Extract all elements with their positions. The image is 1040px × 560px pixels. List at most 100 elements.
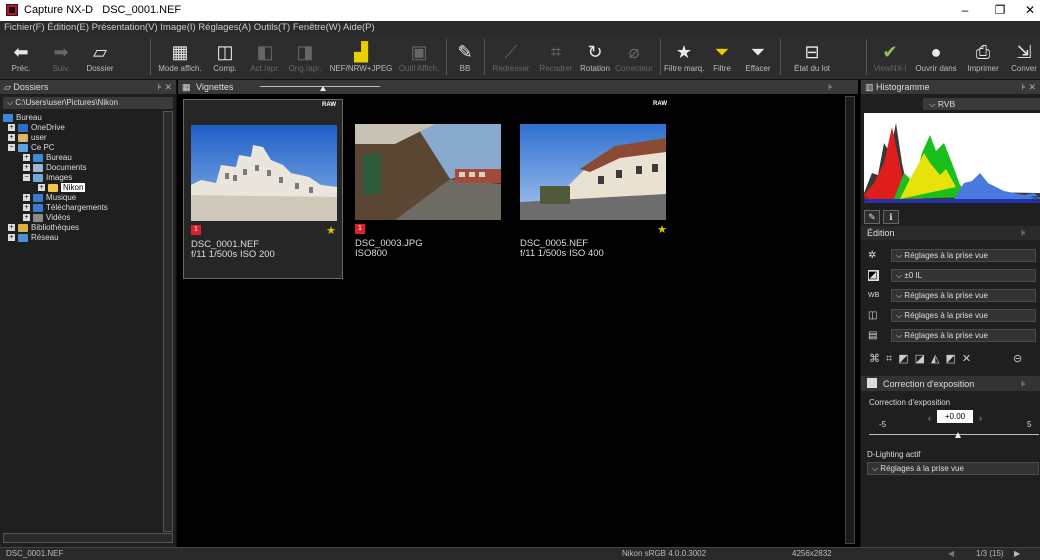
thumbnail-image [520, 124, 666, 220]
toolbar-divider [446, 39, 447, 75]
star-icon[interactable]: ★ [326, 224, 336, 237]
edit-tab[interactable]: ✎ [864, 210, 880, 224]
panel-menu-icon[interactable]: ⊧ [828, 82, 833, 93]
open-in-button[interactable]: ● Ouvrir dans [912, 35, 960, 80]
nef-jpeg-button[interactable]: ▟ NEF/NRW+JPEG [328, 35, 394, 80]
menu-file[interactable]: Fichier(F) [4, 22, 45, 33]
white-balance-button[interactable]: ✎ BB [452, 35, 478, 80]
menu-image[interactable]: Image(I) [160, 22, 195, 33]
tool-icons-row[interactable]: ⌘⌗◩◪◭◩✕ [869, 352, 977, 366]
view-mode-button[interactable]: ▦ Mode affich. [154, 35, 206, 80]
before-after-button[interactable]: ◧ Act./apr. [246, 35, 284, 80]
menu-help[interactable]: Aide(P) [343, 22, 375, 33]
exposure-icon: ◩ [868, 270, 879, 281]
rotate-icon: ↻ [587, 42, 603, 62]
exposure-section-title: Correction d'exposition [883, 379, 975, 389]
menu-view[interactable]: Présentation(V) [92, 22, 158, 33]
close-button[interactable]: ✕ [1010, 0, 1040, 21]
grid-icon: ▦ [182, 82, 191, 92]
histogram-max: 25 [1031, 196, 1039, 203]
exposure-max: 5 [1027, 420, 1032, 429]
tree-horizontal-scrollbar[interactable] [3, 533, 173, 543]
wb-icon: WB [868, 292, 880, 299]
menu-bar: Fichier(F) Édition(E) Présentation(V) Im… [0, 21, 1040, 35]
retouch-button[interactable]: ⌀ Correcteur [612, 35, 656, 80]
status-bar: DSC_0001.NEF Nikon sRGB 4.0.0.3002 4256x… [0, 547, 1040, 560]
lens-correction-select[interactable]: ⌵ Réglages à la prise vue [891, 309, 1036, 322]
panel-menu-icon[interactable]: ⊧ [1021, 379, 1026, 390]
dlighting-select[interactable]: ⌵ Réglages à la prise vue [867, 462, 1039, 475]
exposure-select[interactable]: ⌵ ±0 IL [891, 269, 1036, 282]
gear-icon: ✲ [868, 250, 877, 261]
download-icon [33, 203, 43, 212]
desktop-icon [3, 113, 13, 122]
thumbnail-item[interactable]: 1 DSC_0003.JPG ISO800 [348, 99, 508, 279]
label-flag: 1 [191, 225, 201, 235]
viewnx-button[interactable]: ✔ ViewNX-i [870, 35, 910, 80]
channel-dropdown[interactable]: ⌵ RVB [923, 98, 1040, 110]
channel-value: RVB [937, 99, 956, 109]
filter-button[interactable]: ⏷ Filtre [708, 35, 736, 80]
next-button[interactable]: ➡ Suiv. [46, 35, 76, 80]
reset-icon[interactable]: ⊝ [1013, 352, 1022, 365]
expand-icon: + [23, 194, 30, 202]
printer-icon: ⎙ [975, 42, 991, 62]
display-tool-button[interactable]: ▣ Outil Affich. [396, 35, 442, 80]
convert-icon: ⇲ [1016, 42, 1032, 62]
decrement-icon[interactable]: ‹ [928, 413, 931, 423]
filter-icon: ⏷ [714, 42, 730, 62]
batch-status-button[interactable]: ⊟ État du lot [784, 35, 840, 80]
picture-control-select[interactable]: ⌵ Réglages à la prise vue [891, 249, 1036, 262]
menu-tools[interactable]: Outils(T) [254, 22, 290, 33]
arrow-left-icon: ⬅ [13, 42, 29, 62]
panel-menu-icon[interactable]: ⊧ ✕ [157, 80, 172, 94]
compare-button[interactable]: ◫ Comp. [210, 35, 240, 80]
panel-menu-icon[interactable]: ⊧ ✕ [1021, 80, 1036, 94]
thumbnail-info: f/11 1/500s ISO 400 [520, 248, 604, 259]
histogram-graph [864, 113, 1040, 203]
next-page-icon[interactable]: ▶ [1014, 548, 1020, 560]
thumbnail-item[interactable]: RAW 1 ★ DSC_0001.NEF f/11 1/500s ISO 200 [183, 99, 343, 279]
zoom-slider-handle[interactable] [320, 86, 326, 91]
folder-button[interactable]: ▱ Dossier [82, 35, 118, 80]
expand-icon: + [23, 154, 30, 162]
arrow-right-icon: ➡ [53, 42, 69, 62]
info-tab[interactable]: ℹ [883, 210, 899, 224]
tree-item-network[interactable]: + Réseau [8, 232, 59, 243]
white-balance-select[interactable]: ⌵ Réglages à la prise vue [891, 289, 1036, 302]
path-dropdown[interactable]: ⌵ C:\Users\user\Pictures\Nikon [3, 97, 173, 109]
thumbnail-item[interactable]: RAW ★ DSC_0005.NEF f/11 1/500s ISO 400 [513, 99, 673, 279]
straighten-icon: ⟋ [504, 42, 518, 62]
clear-filter-button[interactable]: ⏷ Effacer [740, 35, 776, 80]
prev-button[interactable]: ⬅ Préc. [6, 35, 36, 80]
menu-window[interactable]: Fenêtre(W) [293, 22, 341, 33]
thumbnail-scrollbar[interactable] [845, 96, 855, 544]
minimize-button[interactable]: – [945, 0, 985, 21]
window-title: Capture NX-D DSC_0001.NEF [24, 4, 181, 16]
prev-page-icon[interactable]: ◀ [948, 548, 954, 560]
picture-style-select[interactable]: ⌵ Réglages à la prise vue [891, 329, 1036, 342]
increment-icon[interactable]: › [979, 413, 982, 423]
menu-adjust[interactable]: Réglages(A) [198, 22, 251, 33]
exposure-slider[interactable] [869, 434, 1039, 435]
rotate-button[interactable]: ↻ Rotation [578, 35, 612, 80]
tree-vertical-scrollbar[interactable] [163, 111, 173, 532]
exposure-value-field[interactable]: +0.00 [937, 410, 973, 423]
original-after-button[interactable]: ◨ Orig./apr. [284, 35, 326, 80]
folders-title: Dossiers [13, 82, 49, 92]
print-button[interactable]: ⎙ Imprimer [962, 35, 1004, 80]
app-icon: ● [930, 42, 942, 62]
thumbnail-image [355, 124, 501, 220]
panel-menu-icon[interactable]: ⊧ [1021, 228, 1026, 239]
rating-filter-button[interactable]: ★ Filtre marq. [664, 35, 704, 80]
user-icon [18, 133, 28, 142]
star-icon[interactable]: ★ [657, 223, 667, 236]
exposure-slider-handle[interactable] [955, 432, 961, 438]
convert-button[interactable]: ⇲ Conver [1008, 35, 1040, 80]
computer-icon [18, 143, 28, 152]
menu-edit[interactable]: Édition(E) [47, 22, 89, 33]
picture-style-row: ▤ ⌵ Réglages à la prise vue [861, 328, 1040, 344]
info-icon: ℹ [889, 212, 893, 222]
straighten-button[interactable]: ⟋ Redresser [488, 35, 534, 80]
crop-button[interactable]: ⌗ Recadrer [536, 35, 576, 80]
